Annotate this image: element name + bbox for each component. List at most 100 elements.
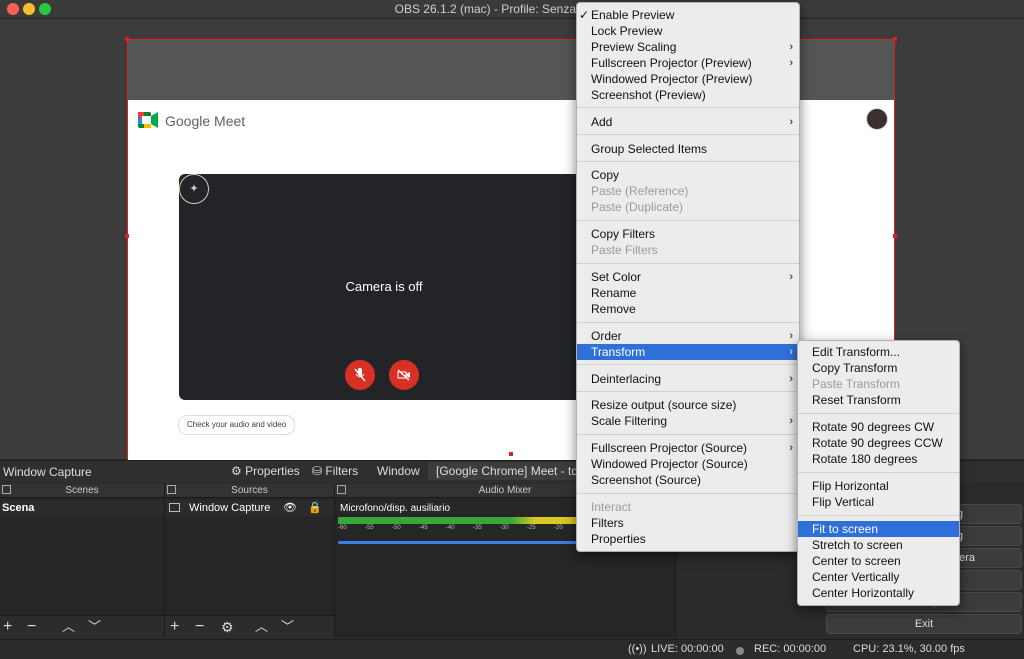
properties-label: Properties	[245, 464, 300, 478]
menu-remove[interactable]: Remove	[577, 301, 799, 317]
window-select[interactable]: [Google Chrome] Meet - td	[428, 462, 588, 480]
menu-separator	[798, 515, 959, 516]
menu-windowed-preview[interactable]: Windowed Projector (Preview)	[577, 71, 799, 87]
check-audio-chip: Check your audio and video	[178, 415, 296, 435]
resize-handle[interactable]	[509, 452, 513, 456]
source-item-label: Window Capture	[189, 502, 271, 514]
menu-edit-transform[interactable]: Edit Transform...	[798, 344, 959, 360]
cpu-status: CPU: 23.1%, 30.00 fps	[853, 643, 965, 655]
menu-lock-preview[interactable]: Lock Preview	[577, 23, 799, 39]
menu-separator	[577, 493, 799, 494]
menu-scale-filtering[interactable]: Scale Filtering ›	[577, 413, 799, 429]
effects-icon: ✦	[179, 174, 209, 204]
add-scene-button[interactable]: +	[3, 618, 12, 636]
resize-handle[interactable]	[125, 37, 129, 41]
audio-mixer-title: Audio Mixer	[478, 485, 532, 496]
source-item[interactable]: Window Capture 👁 🔒	[165, 500, 334, 516]
google-meet-title: Google Meet	[165, 113, 246, 129]
menu-screenshot-preview[interactable]: Screenshot (Preview)	[577, 87, 799, 103]
menu-order[interactable]: Order ›	[577, 328, 799, 344]
avatar	[866, 108, 888, 130]
menu-flip-horizontal[interactable]: Flip Horizontal	[798, 478, 959, 494]
scene-item[interactable]: Scena	[0, 500, 164, 516]
move-up-button[interactable]: ︿	[62, 618, 75, 636]
move-up-button[interactable]: ︿	[255, 618, 268, 636]
menu-rotate-180[interactable]: Rotate 180 degrees	[798, 451, 959, 467]
menu-resize-output[interactable]: Resize output (source size)	[577, 397, 799, 413]
tick-label: -25	[527, 525, 536, 531]
menu-separator	[577, 220, 799, 221]
chevron-right-icon: ›	[789, 373, 793, 385]
gear-icon: ⚙	[231, 464, 242, 478]
menu-paste-filters: Paste Filters	[591, 243, 658, 257]
chevron-right-icon: ›	[789, 116, 793, 128]
video-tile: ⋮ Camera is off ✦	[179, 174, 599, 400]
menu-preview-scaling[interactable]: Preview Scaling ›	[577, 39, 799, 55]
checkmark-icon: ✓	[579, 8, 590, 22]
menu-fullscreen-source[interactable]: Fullscreen Projector (Source) ›	[577, 440, 799, 456]
resize-handle[interactable]	[125, 234, 129, 238]
chevron-right-icon: ›	[789, 57, 793, 69]
menu-transform[interactable]: Transform ›	[577, 344, 799, 360]
lock-icon[interactable]: 🔒	[308, 500, 322, 516]
sources-footer: + − ⚙ ︿ ﹀	[165, 615, 334, 638]
source-properties-gear-icon[interactable]: ⚙	[221, 618, 234, 636]
title-bar: OBS 26.1.2 (mac) - Profile: Senza titolo…	[0, 0, 1024, 19]
filters-button[interactable]: ⛁ Filters	[312, 464, 358, 478]
exit-button[interactable]: Exit	[826, 614, 1022, 634]
menu-enable-preview[interactable]: ✓ Enable Preview	[577, 7, 799, 23]
menu-flip-vertical[interactable]: Flip Vertical	[798, 494, 959, 510]
chevron-right-icon: ›	[789, 346, 793, 358]
remove-source-button[interactable]: −	[195, 618, 204, 636]
menu-stretch-to-screen[interactable]: Stretch to screen	[798, 537, 959, 553]
camera-off-text: Camera is off	[345, 279, 423, 294]
menu-deinterlacing[interactable]: Deinterlacing ›	[577, 371, 799, 387]
sources-header: Sources	[165, 484, 334, 498]
move-down-button[interactable]: ﹀	[281, 618, 294, 636]
add-source-button[interactable]: +	[170, 618, 179, 636]
dock-float-icon[interactable]	[167, 485, 176, 494]
source-context-menu: ✓ Enable Preview Lock Preview Preview Sca…	[576, 2, 800, 552]
sources-title: Sources	[231, 485, 268, 496]
menu-copy-filters[interactable]: Copy Filters	[577, 226, 799, 242]
menu-group[interactable]: Group Selected Items	[577, 141, 799, 157]
menu-center-vertically[interactable]: Center Vertically	[798, 569, 959, 585]
menu-fit-to-screen[interactable]: Fit to screen	[798, 521, 959, 537]
camera-off-icon	[389, 360, 419, 390]
move-down-button[interactable]: ﹀	[88, 618, 101, 636]
remove-scene-button[interactable]: −	[27, 618, 36, 636]
audio-channel-name: Microfono/disp. ausiliario	[340, 503, 451, 514]
menu-rename[interactable]: Rename	[577, 285, 799, 301]
visibility-eye-icon[interactable]: 👁	[283, 500, 297, 516]
window-label: Window	[377, 464, 420, 478]
resize-handle[interactable]	[893, 234, 897, 238]
menu-separator	[577, 161, 799, 162]
menu-rotate-cw[interactable]: Rotate 90 degrees CW	[798, 419, 959, 435]
menu-copy-transform[interactable]: Copy Transform	[798, 360, 959, 376]
resize-handle[interactable]	[893, 37, 897, 41]
menu-center-to-screen[interactable]: Center to screen	[798, 553, 959, 569]
menu-rotate-ccw[interactable]: Rotate 90 degrees CCW	[798, 435, 959, 451]
status-bar: ((•)) LIVE: 00:00:00 REC: 00:00:00 CPU: …	[0, 639, 1024, 659]
live-status: LIVE: 00:00:00	[651, 643, 724, 655]
dock-float-icon[interactable]	[2, 485, 11, 494]
mic-off-icon	[345, 360, 375, 390]
meter-ticks: -60 -55 -50 -45 -40 -35 -30 -25 -20	[338, 525, 578, 533]
broadcast-icon: ((•))	[628, 643, 647, 655]
menu-fullscreen-preview[interactable]: Fullscreen Projector (Preview) ›	[577, 55, 799, 71]
volume-slider[interactable]	[338, 541, 578, 544]
menu-copy[interactable]: Copy	[577, 167, 799, 183]
menu-add[interactable]: Add ›	[577, 114, 799, 130]
filters-label: Filters	[325, 464, 359, 478]
menu-set-color[interactable]: Set Color ›	[577, 269, 799, 285]
menu-center-horizontally[interactable]: Center Horizontally	[798, 585, 959, 601]
transform-submenu: Edit Transform... Copy Transform Paste T…	[797, 340, 960, 606]
dock-float-icon[interactable]	[337, 485, 346, 494]
menu-screenshot-source[interactable]: Screenshot (Source)	[577, 472, 799, 488]
rec-dot-icon	[736, 647, 744, 655]
menu-reset-transform[interactable]: Reset Transform	[798, 392, 959, 408]
menu-windowed-source[interactable]: Windowed Projector (Source)	[577, 456, 799, 472]
properties-button[interactable]: ⚙ Properties	[231, 464, 300, 478]
menu-properties[interactable]: Properties	[577, 531, 799, 547]
menu-filters[interactable]: Filters	[577, 515, 799, 531]
